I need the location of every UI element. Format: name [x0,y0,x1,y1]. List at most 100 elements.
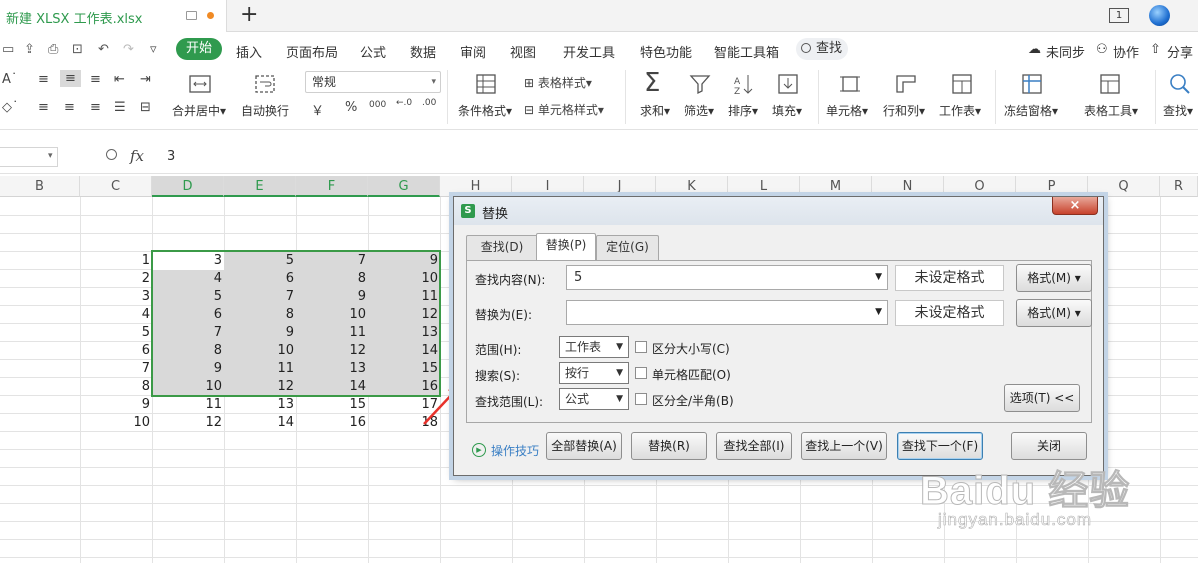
export-icon[interactable]: ⇪ [24,43,40,56]
sync-status[interactable]: 未同步 [1046,42,1085,61]
menu-tab-view[interactable]: 视图 [510,42,536,61]
redo-icon[interactable]: ↷ [123,43,139,56]
function-icon[interactable]: fx [130,147,144,165]
table-tools-label[interactable]: 表格工具▾ [1084,102,1138,119]
match-cell-label[interactable]: 单元格匹配(O) [652,366,731,383]
find-icon[interactable] [1168,72,1192,96]
search-order-select[interactable]: 按行 ▼ [559,362,629,384]
worksheet-label[interactable]: 工作表▾ [939,102,981,119]
align-bottom-icon[interactable]: ≡ [90,72,101,87]
column-header[interactable]: H [440,176,512,197]
replace-with-input[interactable]: ▼ [566,300,888,325]
print-icon[interactable]: ⎙ [48,43,64,56]
table-cell[interactable]: 2 [80,270,150,288]
merge-center-label[interactable]: 合并居中▾ [172,102,226,119]
sum-icon[interactable]: Σ [644,68,660,98]
merge-center-icon[interactable] [188,72,212,96]
find-next-button[interactable]: 查找下一个(F) [897,432,983,460]
filter-icon[interactable] [688,72,712,96]
options-button[interactable]: 选项(T) << [1004,384,1080,412]
preview-icon[interactable]: ⊡ [72,43,88,56]
column-header[interactable]: R [1160,176,1198,197]
fill-color-icon[interactable]: ◇˙ [2,100,19,115]
match-width-label[interactable]: 区分全/半角(B) [652,392,734,409]
currency-button[interactable]: ￥ [311,100,324,119]
freeze-panes-icon[interactable] [1020,72,1044,96]
sum-label[interactable]: 求和▾ [640,102,670,119]
fill-label[interactable]: 填充▾ [772,102,802,119]
percent-button[interactable]: % [345,100,357,115]
column-header[interactable]: I [512,176,584,197]
table-cell[interactable]: 3 [80,288,150,306]
column-header[interactable]: L [728,176,800,197]
table-cell[interactable]: 8 [80,378,150,396]
cell-style-button[interactable]: ⊟ 单元格样式▾ [524,101,604,118]
table-cell[interactable]: 16 [296,414,366,432]
table-cell[interactable]: 7 [80,360,150,378]
cell-icon[interactable] [838,72,862,96]
column-header[interactable]: P [1016,176,1088,197]
chevron-down-icon[interactable]: ▾ [48,151,53,161]
number-format-select[interactable]: 常规 ▾ [305,71,441,93]
close-icon[interactable]: × [1052,197,1098,215]
align-top-icon[interactable]: ≡ [38,72,49,87]
align-left-icon[interactable]: ≡ [38,100,49,115]
menu-search[interactable]: 查找 [796,38,848,60]
match-width-checkbox[interactable] [635,393,647,405]
table-tools-icon[interactable] [1098,72,1122,96]
column-header[interactable]: G [368,176,440,197]
menu-tab-page-layout[interactable]: 页面布局 [286,42,338,61]
tab-goto[interactable]: 定位(G) [596,235,659,260]
match-case-label[interactable]: 区分大小写(C) [652,340,730,357]
align-center-icon[interactable]: ≡ [64,100,75,115]
conditional-format-label[interactable]: 条件格式▾ [458,102,512,119]
replace-all-button[interactable]: 全部替换(A) [546,432,622,460]
sort-icon[interactable]: AZ [732,72,756,96]
increase-decimal-icon[interactable]: ←.0 [396,98,412,108]
scope-select[interactable]: 工作表 ▼ [559,336,629,358]
wrap-text-icon[interactable] [253,72,277,96]
fill-icon[interactable] [776,72,800,96]
thousands-button[interactable]: 000 [369,100,386,110]
look-in-select[interactable]: 公式 ▼ [559,388,629,410]
sort-label[interactable]: 排序▾ [728,102,758,119]
tips-link[interactable]: 操作技巧 [491,442,539,459]
menu-tab-review[interactable]: 审阅 [460,42,486,61]
close-button[interactable]: 关闭 [1011,432,1087,460]
table-cell[interactable]: 4 [80,306,150,324]
dialog-title-bar[interactable]: S 替换 × [454,197,1103,225]
conditional-format-icon[interactable] [474,72,498,96]
find-what-input[interactable]: 5 ▼ [566,265,888,290]
font-size-icon[interactable]: A˙ [2,72,17,87]
worksheet-icon[interactable] [950,72,974,96]
find-label[interactable]: 查找▾ [1163,102,1193,119]
column-header[interactable]: B [0,176,80,197]
column-header[interactable]: K [656,176,728,197]
tab-replace[interactable]: 替换(P) [536,233,596,261]
column-header[interactable]: F [296,176,368,197]
find-all-button[interactable]: 查找全部(I) [716,432,792,460]
table-style-button[interactable]: ⊞ 表格样式▾ [524,74,592,91]
find-previous-button[interactable]: 查找上一个(V) [801,432,887,460]
distribute-icon[interactable]: ⊟ [140,100,151,115]
column-header[interactable]: D [152,176,224,197]
quick-access-more-icon[interactable]: ▿ [150,43,166,56]
menu-tab-developer[interactable]: 开发工具 [563,42,615,61]
undo-icon[interactable]: ↶ [98,43,114,56]
share-button[interactable]: 分享 [1167,42,1193,61]
row-column-label[interactable]: 行和列▾ [883,102,925,119]
collaborate-button[interactable]: 协作 [1113,42,1139,61]
menu-tab-toolbox[interactable]: 智能工具箱 [714,42,779,61]
indent-increase-icon[interactable]: ⇥ [140,72,151,87]
table-cell[interactable]: 9 [80,396,150,414]
column-header[interactable]: E [224,176,296,197]
column-header[interactable]: C [80,176,152,197]
match-cell-checkbox[interactable] [635,367,647,379]
window-icon[interactable] [186,11,197,20]
new-tab-button[interactable]: + [240,3,258,27]
table-cell[interactable]: 14 [224,414,294,432]
column-header[interactable]: J [584,176,656,197]
column-header[interactable]: N [872,176,944,197]
table-cell[interactable]: 15 [296,396,366,414]
table-cell[interactable]: 6 [80,342,150,360]
